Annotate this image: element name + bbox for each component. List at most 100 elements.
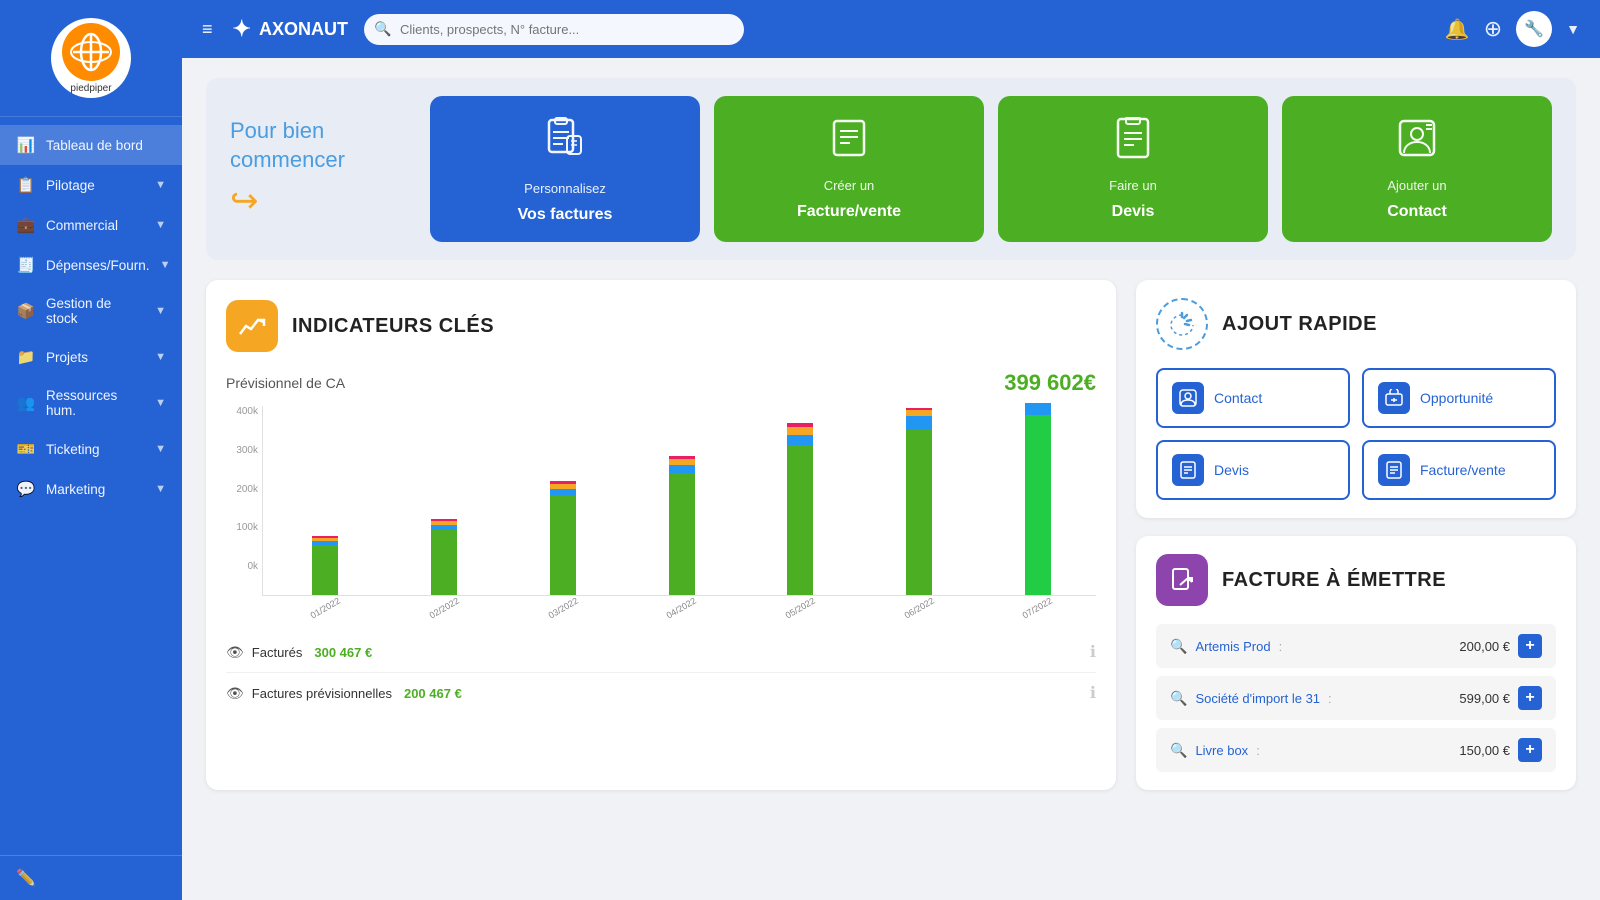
info-icon-factures: ℹ bbox=[1090, 642, 1096, 662]
topbar: ≡ ✦ AXONAUT 🔍 🔔 ⊕ 🔧 ▼ bbox=[182, 0, 1600, 58]
facture-panel: FACTURE À ÉMETTRE 🔍 Artemis Prod : 200,0… bbox=[1136, 536, 1576, 790]
add-button-icon[interactable]: ⊕ bbox=[1484, 16, 1502, 42]
sidebar-icon-commercial: 💼 bbox=[16, 216, 36, 234]
facture-item-livre: 🔍 Livre box : 150,00 € + bbox=[1156, 728, 1556, 772]
facture-label: Créer un bbox=[824, 178, 875, 193]
sidebar-label-tableau-de-bord: Tableau de bord bbox=[46, 138, 143, 153]
bar-group-02: 02/2022 bbox=[390, 519, 499, 595]
quick-devis-label: Devis bbox=[1214, 462, 1249, 478]
factures-value: 300 467 € bbox=[314, 645, 372, 660]
quick-contact-label: Contact bbox=[1214, 390, 1262, 406]
facture-sep-livre: : bbox=[1256, 743, 1260, 758]
search-icon-societe: 🔍 bbox=[1170, 690, 1187, 707]
y-label-400k: 400k bbox=[228, 406, 258, 417]
logo-circle: piedpiper bbox=[51, 18, 131, 98]
facture-list: 🔍 Artemis Prod : 200,00 € + 🔍 Société d'… bbox=[1156, 624, 1556, 772]
sidebar-arrow-depenses: ▼ bbox=[160, 259, 171, 271]
bar-group-04: 04/2022 bbox=[627, 456, 736, 595]
sidebar-item-gestion-stock[interactable]: 📦Gestion de stock▼ bbox=[0, 285, 182, 337]
sidebar-item-ticketing[interactable]: 🎫Ticketing▼ bbox=[0, 429, 182, 469]
quick-opp-label: Opportunité bbox=[1420, 390, 1493, 406]
sidebar-footer: ✏️ bbox=[0, 855, 182, 900]
right-column: AJOUT RAPIDE Contact bbox=[1136, 280, 1576, 790]
action-card-facture[interactable]: Créer un Facture/vente bbox=[714, 96, 984, 242]
action-card-contact[interactable]: Ajouter un Contact bbox=[1282, 96, 1552, 242]
action-card-personnalisez[interactable]: Personnalisez Vos factures bbox=[430, 96, 700, 242]
sidebar-label-marketing: Marketing bbox=[46, 482, 105, 497]
sidebar-item-pilotage[interactable]: 📋Pilotage▼ bbox=[0, 165, 182, 205]
sidebar-label-gestion-stock: Gestion de stock bbox=[46, 296, 145, 326]
search-input[interactable] bbox=[364, 14, 744, 45]
sidebar-arrow-ressources: ▼ bbox=[155, 397, 166, 409]
logo-inner bbox=[62, 23, 120, 81]
facture-name-societe: Société d'import le 31 bbox=[1195, 691, 1320, 706]
settings-pencil-icon[interactable]: ✏️ bbox=[16, 868, 36, 888]
notification-bell-icon[interactable]: 🔔 bbox=[1445, 17, 1470, 42]
topbar-brand-name: AXONAUT bbox=[259, 19, 348, 40]
content-area: Pour biencommencer ↩ bbox=[182, 58, 1600, 900]
bar-label-02: 02/2022 bbox=[427, 596, 460, 621]
facture-item-societe: 🔍 Société d'import le 31 : 599,00 € + bbox=[1156, 676, 1556, 720]
facture-amount-societe: 599,00 € bbox=[1459, 691, 1510, 706]
sidebar-label-pilotage: Pilotage bbox=[46, 178, 95, 193]
topbar-actions: 🔔 ⊕ 🔧 ▼ bbox=[1445, 11, 1580, 47]
sidebar-item-commercial[interactable]: 💼Commercial▼ bbox=[0, 205, 182, 245]
action-cards: Personnalisez Vos factures Créer un Fact… bbox=[430, 96, 1552, 242]
ajout-icon-badge bbox=[1156, 298, 1208, 350]
ajout-title: AJOUT RAPIDE bbox=[1222, 313, 1377, 336]
sidebar-label-projets: Projets bbox=[46, 350, 88, 365]
hamburger-menu-icon[interactable]: ≡ bbox=[202, 19, 213, 40]
panels-row: INDICATEURS CLÉS Prévisionnel de CA 399 … bbox=[206, 280, 1576, 790]
sidebar-label-commercial: Commercial bbox=[46, 218, 118, 233]
ca-value: 399 602€ bbox=[1004, 370, 1096, 396]
sidebar-item-projets[interactable]: 📁Projets▼ bbox=[0, 337, 182, 377]
bar-group-03: 03/2022 bbox=[508, 481, 617, 595]
facture-name-artemis: Artemis Prod bbox=[1195, 639, 1270, 654]
bar-label-06: 06/2022 bbox=[902, 596, 935, 621]
search-icon-artemis: 🔍 bbox=[1170, 638, 1187, 655]
bar-label-01: 01/2022 bbox=[309, 596, 342, 621]
facture-add-btn-societe[interactable]: + bbox=[1518, 686, 1542, 710]
facture-vente-icon bbox=[828, 117, 870, 168]
sidebar-icon-ticketing: 🎫 bbox=[16, 440, 36, 458]
quick-opp-icon bbox=[1378, 382, 1410, 414]
sidebar-arrow-projets: ▼ bbox=[155, 351, 166, 363]
facture-sep-artemis: : bbox=[1279, 639, 1283, 654]
facture-add-btn-artemis[interactable]: + bbox=[1518, 634, 1542, 658]
user-avatar[interactable]: 🔧 bbox=[1516, 11, 1552, 47]
quick-btn-facture[interactable]: Facture/vente bbox=[1362, 440, 1556, 500]
y-label-100k: 100k bbox=[228, 522, 258, 533]
sidebar-item-depenses[interactable]: 🧾Dépenses/Fourn.▼ bbox=[0, 245, 182, 285]
quick-btn-devis[interactable]: Devis bbox=[1156, 440, 1350, 500]
logo-text: piedpiper bbox=[70, 83, 111, 94]
indicateurs-header: INDICATEURS CLÉS bbox=[226, 300, 1096, 352]
quick-btn-contact[interactable]: Contact bbox=[1156, 368, 1350, 428]
sidebar-item-ressources[interactable]: 👥Ressources hum.▼ bbox=[0, 377, 182, 429]
action-card-devis[interactable]: Faire un Devis bbox=[998, 96, 1268, 242]
quick-btn-opportunite[interactable]: Opportunité bbox=[1362, 368, 1556, 428]
bar-label-04: 04/2022 bbox=[665, 596, 698, 621]
facture-badge bbox=[1156, 554, 1208, 606]
topbar-dropdown-arrow[interactable]: ▼ bbox=[1566, 21, 1580, 37]
search-icon-livre: 🔍 bbox=[1170, 742, 1187, 759]
main-area: ≡ ✦ AXONAUT 🔍 🔔 ⊕ 🔧 ▼ Pour biencommencer… bbox=[182, 0, 1600, 900]
personnalisez-icon bbox=[541, 114, 589, 171]
sidebar-arrow-ticketing: ▼ bbox=[155, 443, 166, 455]
topbar-logo: ✦ AXONAUT bbox=[233, 16, 348, 42]
contact-title: Contact bbox=[1387, 203, 1447, 221]
sidebar-icon-pilotage: 📋 bbox=[16, 176, 36, 194]
facture-amount-livre: 150,00 € bbox=[1459, 743, 1510, 758]
sidebar-item-tableau-de-bord[interactable]: 📊Tableau de bord bbox=[0, 125, 182, 165]
facture-sep-societe: : bbox=[1328, 691, 1332, 706]
ca-label: Prévisionnel de CA bbox=[226, 375, 345, 391]
devis-title: Devis bbox=[1112, 203, 1155, 221]
bar-group-01: 01/2022 bbox=[271, 536, 380, 595]
bar-group-05: 05/2022 bbox=[746, 423, 855, 595]
facture-add-btn-livre[interactable]: + bbox=[1518, 738, 1542, 762]
welcome-section: Pour biencommencer ↩ bbox=[206, 78, 1576, 260]
sidebar-item-marketing[interactable]: 💬Marketing▼ bbox=[0, 469, 182, 509]
search-bar[interactable]: 🔍 bbox=[364, 14, 744, 45]
devis-icon bbox=[1112, 117, 1154, 168]
indicateurs-title: INDICATEURS CLÉS bbox=[292, 315, 494, 338]
devis-label: Faire un bbox=[1109, 178, 1157, 193]
